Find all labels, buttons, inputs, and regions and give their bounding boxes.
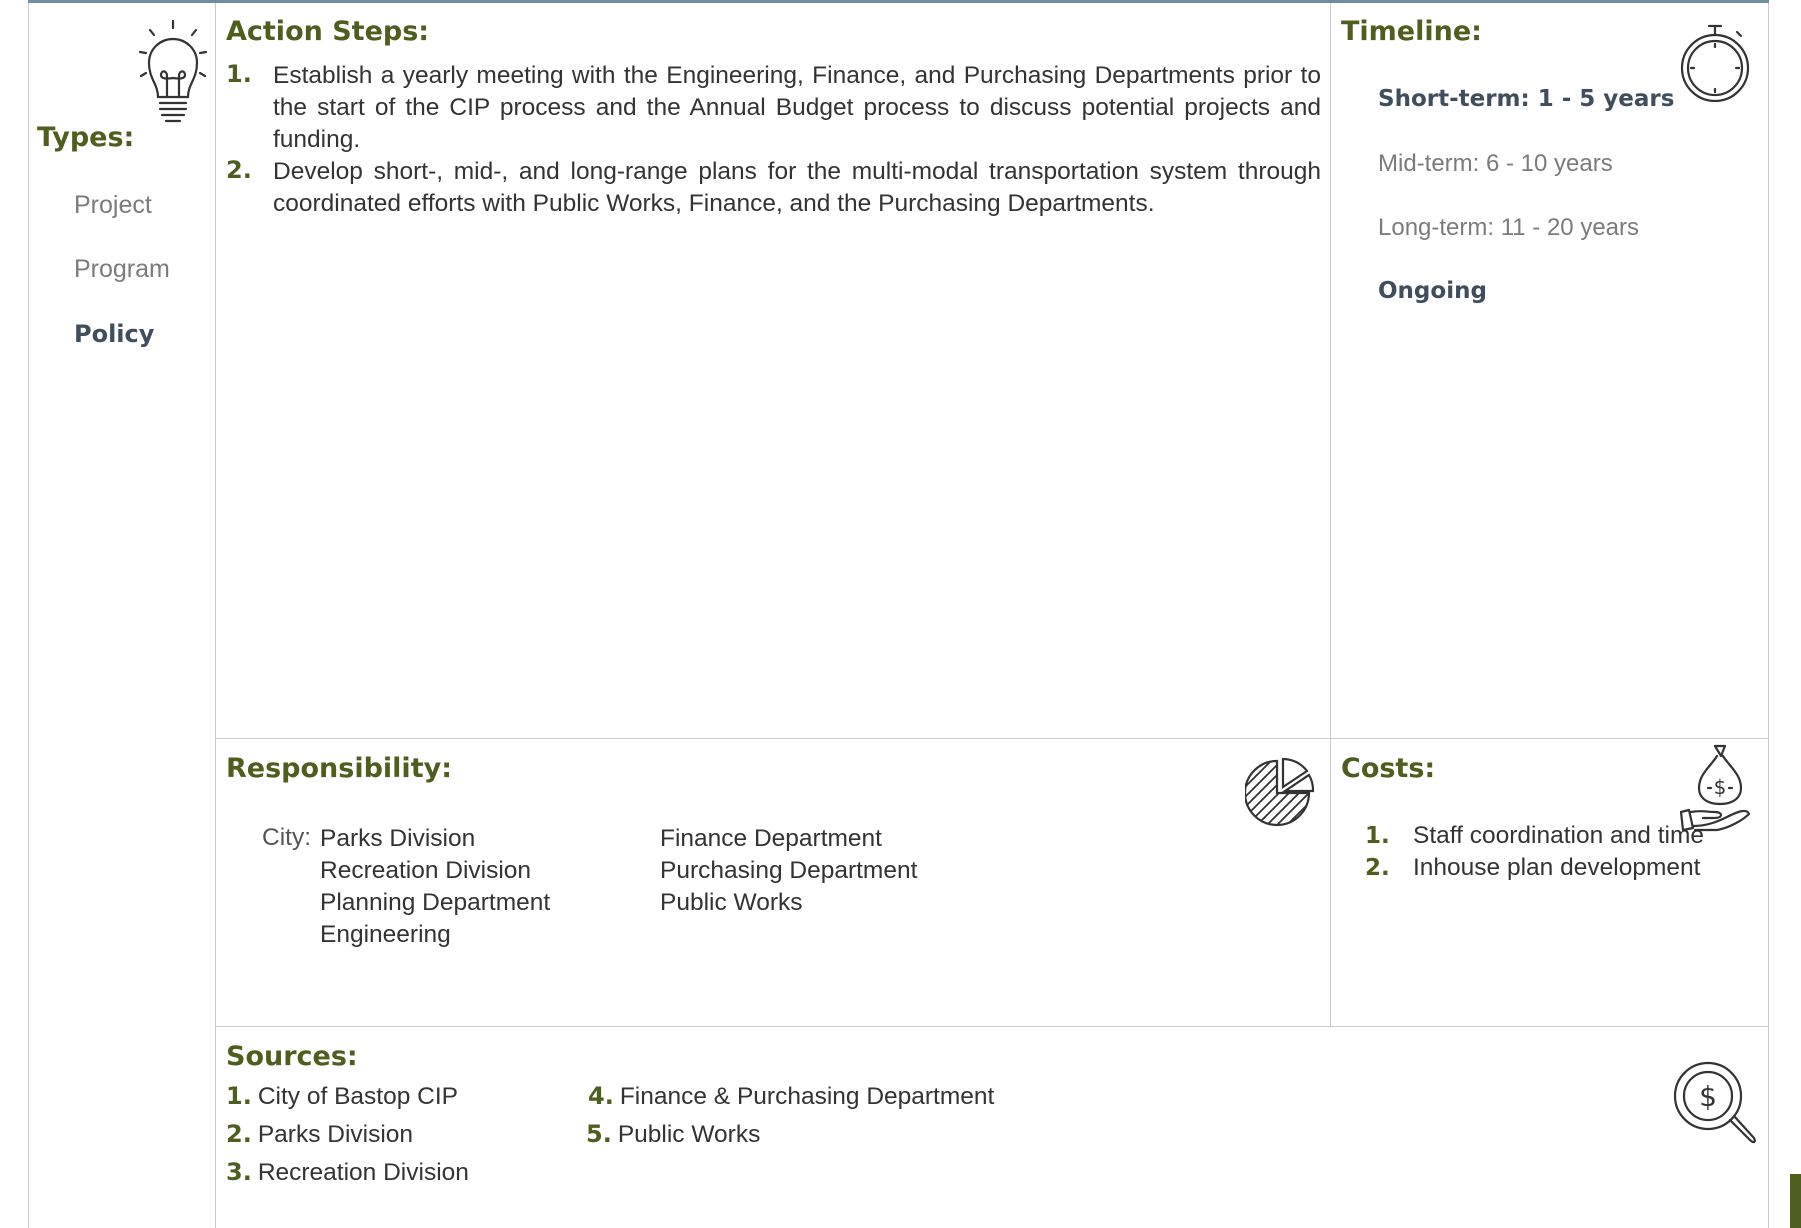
costs-heading: Costs: (1341, 753, 1436, 784)
timeline-ongoing: Ongoing (1378, 278, 1487, 304)
source-item: 3. Recreation Division (226, 1158, 469, 1187)
timeline-long-term: Long-term: 11 - 20 years (1378, 214, 1640, 241)
source-text: Finance & Purchasing Department (619, 1083, 995, 1110)
left-border (28, 3, 29, 1228)
source-number: 5. (586, 1120, 612, 1148)
cost-number: 1. (1365, 823, 1390, 849)
responsibility-city-label: City: (262, 824, 311, 851)
money-bag-hand-icon: $ (1677, 742, 1757, 834)
svg-text:$: $ (1699, 1080, 1717, 1113)
cost-item: 1. Staff coordination and time (1365, 822, 1704, 850)
source-item: 5. Public Works (586, 1120, 760, 1149)
timeline-mid-term: Mid-term: 6 - 10 years (1378, 150, 1613, 177)
responsibility-entity: Finance Department (660, 825, 882, 852)
lower-divider (215, 1026, 1769, 1027)
page-tab-accent (1790, 1174, 1801, 1228)
responsibility-heading: Responsibility: (226, 753, 452, 784)
responsibility-entity: Planning Department (320, 889, 551, 916)
responsibility-entity: Engineering (320, 921, 451, 948)
types-divider (215, 3, 216, 1228)
responsibility-entity: Purchasing Department (660, 857, 918, 884)
source-number: 3. (226, 1158, 252, 1186)
right-border (1768, 3, 1769, 1228)
timeline-divider (1330, 3, 1331, 1027)
types-heading: Types: (37, 122, 135, 153)
responsibility-entity: Parks Division (320, 825, 476, 852)
source-text: City of Bastop CIP (257, 1083, 458, 1110)
top-rule (28, 0, 1769, 3)
dollar-magnifier-icon: $ (1670, 1058, 1760, 1148)
type-policy: Policy (74, 320, 155, 348)
source-number: 1. (226, 1082, 252, 1110)
source-item: 1. City of Bastop CIP (226, 1082, 458, 1111)
svg-text:$: $ (1714, 775, 1727, 799)
sources-heading: Sources: (226, 1041, 358, 1072)
action-step-text: Develop short-, mid-, and long-range pla… (273, 158, 1321, 217)
timeline-short-term: Short-term: 1 - 5 years (1378, 86, 1675, 112)
pie-chart-icon (1245, 757, 1319, 827)
responsibility-entity: Recreation Division (320, 857, 532, 884)
source-text: Public Works (617, 1121, 761, 1148)
type-program: Program (74, 255, 170, 283)
cost-number: 2. (1365, 855, 1390, 881)
source-number: 2. (226, 1120, 252, 1148)
action-steps-heading: Action Steps: (226, 16, 430, 47)
mid-divider (215, 738, 1769, 739)
action-step-number: 1. (226, 60, 252, 88)
source-text: Parks Division (257, 1121, 414, 1148)
cost-text: Staff coordination and time (1413, 822, 1705, 849)
source-text: Recreation Division (257, 1159, 469, 1186)
cost-text: Inhouse plan development (1413, 854, 1701, 881)
source-number: 4. (588, 1082, 614, 1110)
action-step-number: 2. (226, 156, 252, 184)
source-item: 2. Parks Division (226, 1120, 413, 1149)
lightbulb-icon (136, 18, 210, 126)
source-item: 4. Finance & Purchasing Department (588, 1082, 994, 1111)
timeline-heading: Timeline: (1341, 16, 1482, 47)
cost-item: 2. Inhouse plan development (1365, 854, 1700, 882)
action-step-text: Establish a yearly meeting with the Engi… (273, 62, 1321, 153)
type-project: Project (74, 191, 152, 219)
responsibility-entity: Public Works (660, 889, 803, 916)
stopwatch-icon (1677, 22, 1757, 102)
